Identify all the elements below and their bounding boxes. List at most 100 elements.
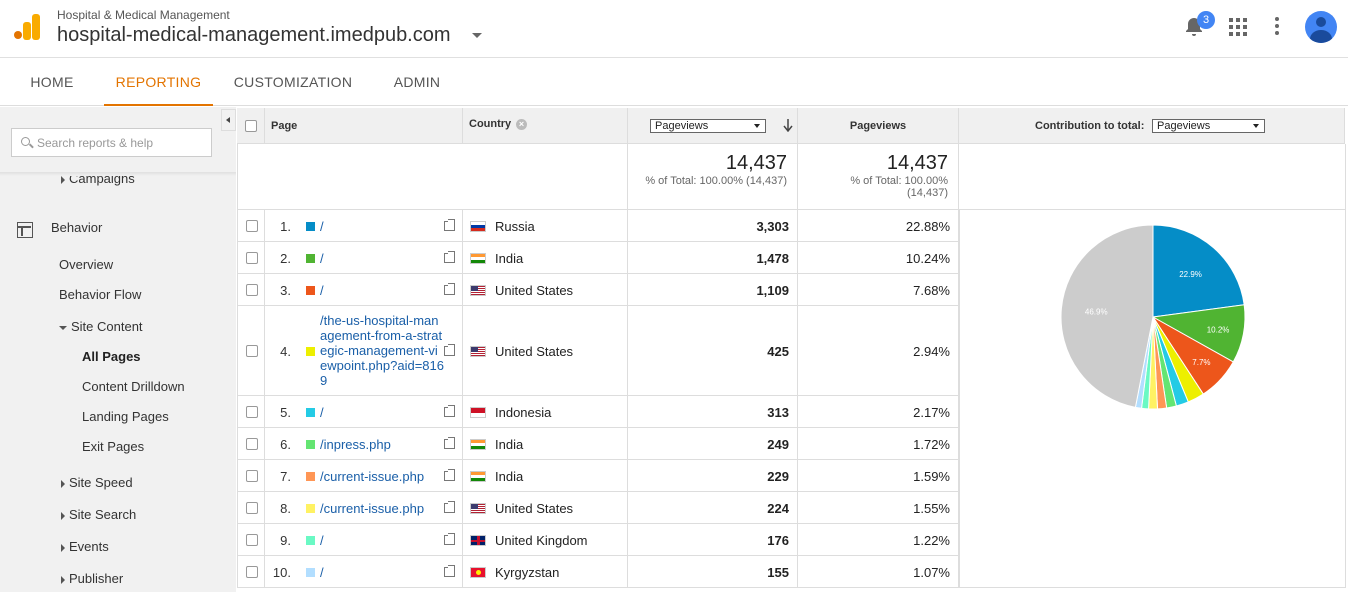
- sidebar-item-behavior[interactable]: Behavior: [51, 220, 102, 235]
- pageviews-value: 176: [767, 533, 789, 548]
- sidebar-item-publisher[interactable]: Publisher: [61, 571, 123, 586]
- country-name[interactable]: United States: [495, 283, 573, 298]
- external-link-icon[interactable]: [444, 469, 455, 481]
- sidebar-item-landing-pages[interactable]: Landing Pages: [82, 409, 169, 424]
- notification-badge[interactable]: 3: [1197, 11, 1215, 29]
- table-row[interactable]: 7. /current-issue.php India 229 1.59%: [237, 460, 959, 492]
- tab-reporting[interactable]: REPORTING: [104, 59, 213, 106]
- external-link-icon[interactable]: [444, 405, 455, 417]
- select-all-checkbox[interactable]: [245, 120, 257, 132]
- external-link-icon[interactable]: [444, 533, 455, 545]
- table-row[interactable]: 3. / United States 1,109 7.68%: [237, 274, 959, 306]
- page-link[interactable]: /the-us-hospital-man agement-from-a-strat…: [320, 313, 444, 388]
- flag-us-icon: [470, 503, 486, 514]
- sidebar-item-site-content[interactable]: Site Content: [59, 319, 143, 334]
- sidebar-item-content-drilldown[interactable]: Content Drilldown: [82, 379, 185, 394]
- page-link[interactable]: /: [320, 565, 324, 580]
- caret-right-icon: [61, 575, 65, 584]
- row-rank: 3.: [280, 283, 291, 298]
- row-checkbox[interactable]: [246, 438, 258, 450]
- row-checkbox[interactable]: [246, 566, 258, 578]
- page-link[interactable]: /: [320, 533, 324, 548]
- sidebar-item-behavior-flow[interactable]: Behavior Flow: [59, 287, 141, 302]
- property-selector[interactable]: hospital-medical-management.imedpub.com: [57, 24, 451, 47]
- avatar[interactable]: [1305, 11, 1337, 43]
- page-line: ewpoint.php?aid=816: [320, 358, 444, 373]
- col-header-pageviews[interactable]: Pageviews: [798, 108, 959, 144]
- row-checkbox[interactable]: [246, 252, 258, 264]
- page-link[interactable]: /current-issue.php: [320, 501, 424, 516]
- table-row[interactable]: 2. / India 1,478 10.24%: [237, 242, 959, 274]
- col-header-country[interactable]: Country ×: [463, 108, 628, 144]
- metric-cell: 313: [628, 396, 798, 427]
- page-link[interactable]: /: [320, 251, 324, 266]
- table-row[interactable]: 8. /current-issue.php United States 224 …: [237, 492, 959, 524]
- country-name[interactable]: Indonesia: [495, 405, 551, 420]
- chevron-down-icon[interactable]: [472, 33, 482, 38]
- page-text: /: [320, 219, 324, 234]
- external-link-icon[interactable]: [444, 219, 455, 231]
- external-link-icon[interactable]: [444, 565, 455, 577]
- row-checkbox[interactable]: [246, 220, 258, 232]
- tab-admin[interactable]: ADMIN: [384, 59, 450, 106]
- search-input[interactable]: [37, 134, 207, 152]
- pie-slice-label: 7.7%: [1192, 358, 1210, 367]
- sort-arrow-icon[interactable]: [783, 119, 793, 132]
- table-row[interactable]: 4. /the-us-hospital-man agement-from-a-st…: [237, 306, 959, 396]
- analytics-logo-icon[interactable]: [14, 14, 40, 40]
- country-cell: Russia: [463, 210, 628, 241]
- sidebar-item-label: Site Search: [69, 507, 137, 522]
- table-row[interactable]: 6. /inpress.php India 249 1.72%: [237, 428, 959, 460]
- sidebar-item-exit-pages[interactable]: Exit Pages: [82, 439, 144, 454]
- external-link-icon[interactable]: [444, 283, 455, 295]
- page-cell: 4. /the-us-hospital-man agement-from-a-st…: [265, 306, 463, 395]
- row-checkbox[interactable]: [246, 534, 258, 546]
- page-cell: 2. /: [265, 242, 463, 273]
- page-link[interactable]: /: [320, 219, 324, 234]
- country-name[interactable]: Russia: [495, 219, 535, 234]
- more-vert-icon[interactable]: [1275, 17, 1279, 37]
- country-name[interactable]: United States: [495, 501, 573, 516]
- pct-value: 10.24%: [905, 251, 950, 266]
- country-name[interactable]: India: [495, 437, 523, 452]
- tab-home[interactable]: HOME: [18, 59, 86, 106]
- pageviews-value: 1,478: [756, 251, 789, 266]
- table-row[interactable]: 9. / United Kingdom 176 1.22%: [237, 524, 959, 556]
- sidebar-item-overview[interactable]: Overview: [59, 257, 113, 272]
- row-checkbox[interactable]: [246, 502, 258, 514]
- page-link[interactable]: /: [320, 405, 324, 420]
- country-name[interactable]: United States: [495, 344, 573, 359]
- country-name[interactable]: India: [495, 469, 523, 484]
- metric-select[interactable]: Pageviews: [650, 119, 766, 133]
- contribution-select[interactable]: Pageviews: [1152, 119, 1265, 133]
- external-link-icon[interactable]: [444, 344, 455, 356]
- row-checkbox[interactable]: [246, 284, 258, 296]
- collapse-sidebar-button[interactable]: [221, 109, 236, 131]
- page-link[interactable]: /inpress.php: [320, 437, 391, 452]
- sidebar-item-all-pages[interactable]: All Pages: [82, 349, 141, 364]
- external-link-icon[interactable]: [444, 251, 455, 263]
- page-link[interactable]: /: [320, 283, 324, 298]
- country-name[interactable]: India: [495, 251, 523, 266]
- country-name[interactable]: United Kingdom: [495, 533, 588, 548]
- sidebar-item-events[interactable]: Events: [61, 539, 109, 554]
- row-checkbox[interactable]: [246, 345, 258, 357]
- metric-cell: 229: [628, 460, 798, 491]
- row-checkbox[interactable]: [246, 406, 258, 418]
- external-link-icon[interactable]: [444, 437, 455, 449]
- search-box[interactable]: [11, 128, 212, 157]
- apps-grid-icon[interactable]: [1229, 18, 1247, 36]
- table-row[interactable]: 5. / Indonesia 313 2.17%: [237, 396, 959, 428]
- table-row[interactable]: 10. / Kyrgyzstan 155 1.07%: [237, 556, 959, 588]
- col-header-page[interactable]: Page: [265, 108, 463, 144]
- remove-dimension-icon[interactable]: ×: [516, 119, 527, 130]
- page-link[interactable]: /current-issue.php: [320, 469, 424, 484]
- external-link-icon[interactable]: [444, 501, 455, 513]
- table-row[interactable]: 1. / Russia 3,303 22.88%: [237, 210, 959, 242]
- country-name[interactable]: Kyrgyzstan: [495, 565, 559, 580]
- tab-customization[interactable]: CUSTOMIZATION: [229, 59, 357, 106]
- row-checkbox[interactable]: [246, 470, 258, 482]
- flag-us-icon: [470, 346, 486, 357]
- sidebar-item-site-speed[interactable]: Site Speed: [61, 475, 133, 490]
- sidebar-item-site-search[interactable]: Site Search: [61, 507, 136, 522]
